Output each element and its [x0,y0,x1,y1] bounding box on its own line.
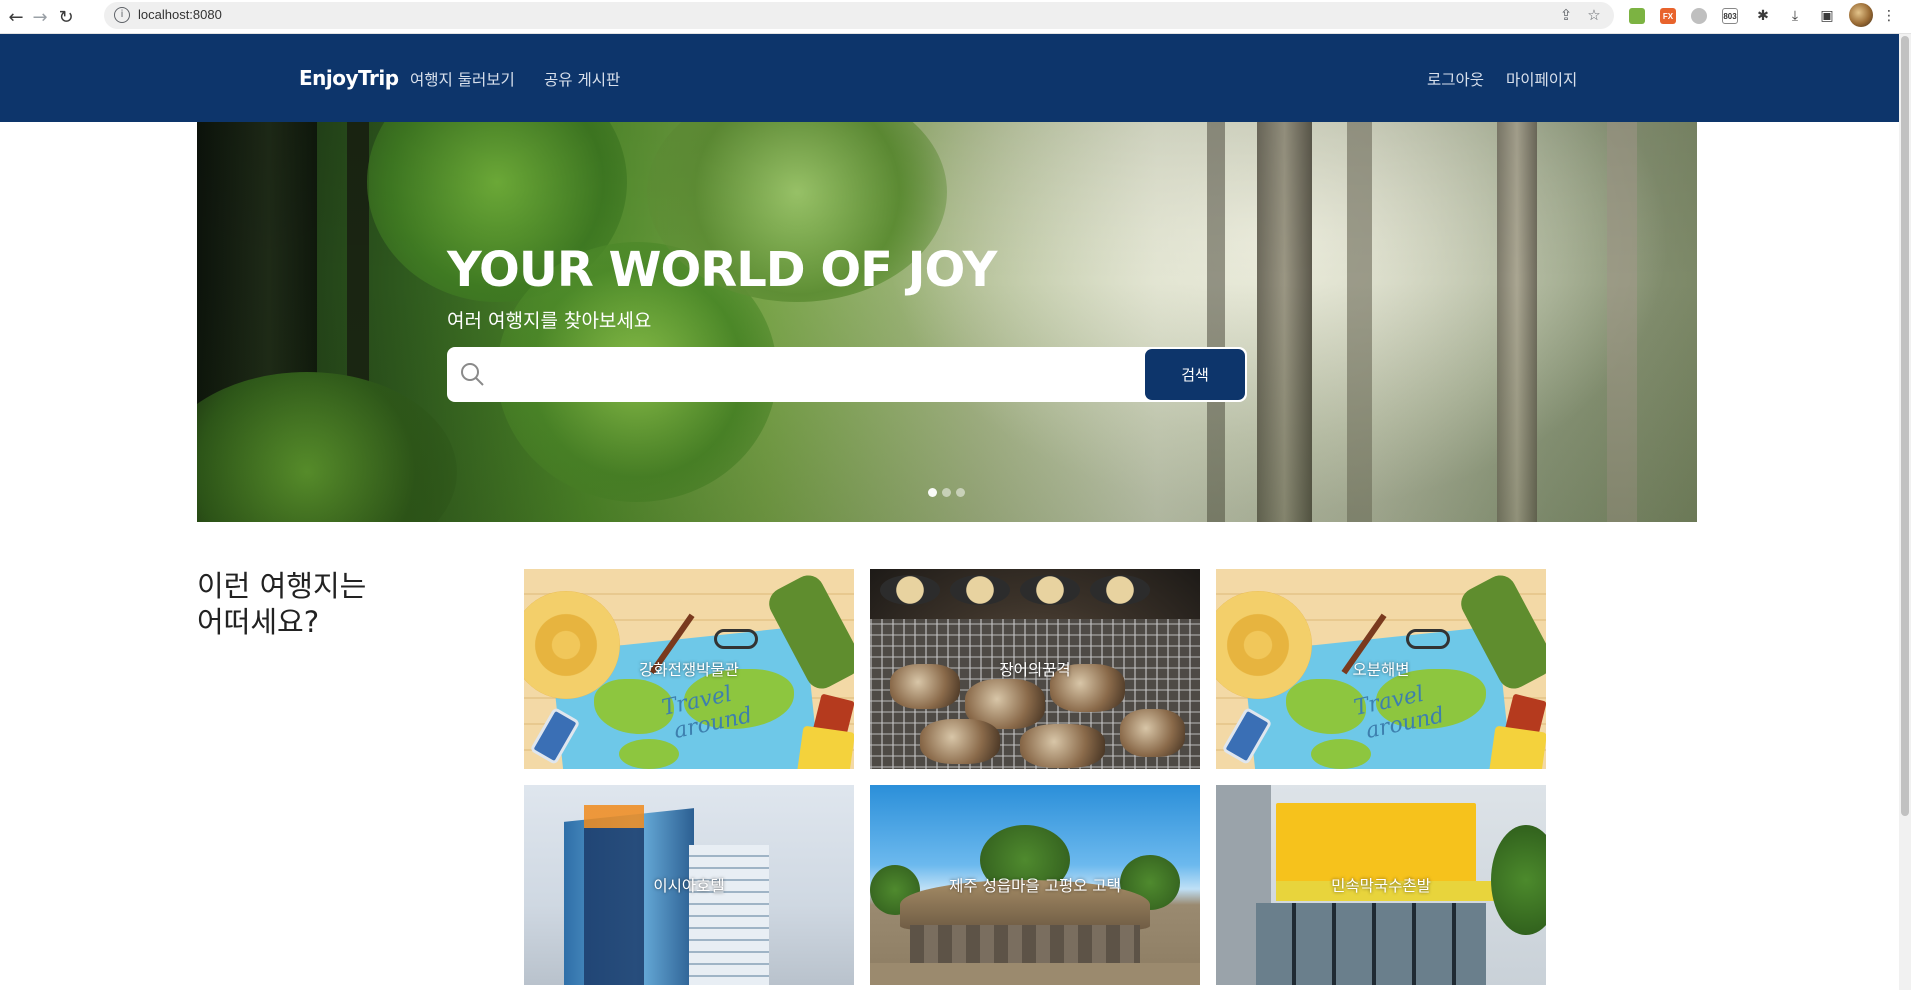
page-scrollbar[interactable] [1899,34,1911,990]
recommend-heading-line1: 이런 여행지는 [197,569,367,603]
forward-icon[interactable]: → [27,4,53,30]
destination-card[interactable]: 장어의꿈격 [870,569,1200,769]
search-input[interactable] [495,355,1095,393]
address-bar[interactable]: i localhost:8080 ⇪ ☆ [104,2,1614,29]
recommend-heading-line2: 어떠세요? [197,605,320,639]
destination-card-title: 강화전쟁박물관 [639,661,739,679]
nav-link-logout[interactable]: 로그아웃 [1427,68,1484,90]
github-ext-icon[interactable] [1688,5,1710,27]
destination-card-title: 오분해변 [1352,661,1410,679]
menu-kebab-icon[interactable]: ⋮ [1878,5,1900,27]
search-button[interactable]: 검색 [1145,349,1245,400]
url-text: localhost:8080 [138,7,222,22]
download-icon[interactable]: ⤓ [1784,5,1806,27]
nav-link-shared-board[interactable]: 공유 게시판 [544,68,620,90]
destination-card[interactable]: Travel around 오분해변 [1216,569,1546,769]
nav-link-mypage[interactable]: 마이페이지 [1506,68,1577,90]
brand-logo[interactable]: EnjoyTrip [299,66,399,90]
destination-card-title: 이시아호텔 [653,877,725,895]
carousel-dot-1[interactable] [928,488,937,497]
profile-avatar[interactable] [1849,3,1873,27]
hero-banner: YOUR WORLD OF JOY 여러 여행지를 찾아보세요 검색 [197,122,1697,522]
destination-card[interactable]: 이시아호텔 [524,785,854,985]
share-icon[interactable]: ⇪ [1556,5,1576,25]
destination-card[interactable]: 제주 성읍마을 고평오 고택 [870,785,1200,985]
back-icon[interactable]: ← [3,4,29,30]
hero-subtitle: 여러 여행지를 찾아보세요 [447,310,652,332]
recommend-heading: 이런 여행지는 어떠세요? [197,568,457,640]
puzzle-extensions-icon[interactable]: ✱ [1752,5,1774,27]
bookmark-star-icon[interactable]: ☆ [1584,5,1604,25]
destination-card[interactable]: Travel around 강화전쟁박물관 [524,569,854,769]
destination-card-title: 제주 성읍마을 고평오 고택 [949,877,1121,895]
destination-card-title: 장어의꿈격 [999,661,1071,679]
search-icon [461,363,484,386]
counter-ext-icon[interactable]: 803 [1719,5,1741,27]
destination-card[interactable]: 민속막국수촌발 [1216,785,1546,985]
hero-title: YOUR WORLD OF JOY [447,242,997,298]
site-info-icon[interactable]: i [114,7,130,23]
scrollbar-thumb[interactable] [1901,36,1909,816]
image-ext-icon[interactable] [1626,5,1648,27]
carousel-dot-3[interactable] [956,488,965,497]
side-panel-icon[interactable]: ▣ [1816,5,1838,27]
search-box: 검색 [447,347,1247,402]
fx-ext-icon[interactable]: FX [1657,5,1679,27]
browser-toolbar: ← → ↻ i localhost:8080 ⇪ ☆ FX 803 ✱ ⤓ ▣ … [0,0,1911,34]
counter-ext-label: 803 [1722,8,1738,24]
destination-card-title: 민속막국수촌발 [1331,877,1431,895]
carousel-dot-2[interactable] [942,488,951,497]
reload-icon[interactable]: ↻ [53,4,79,30]
nav-link-browse-destinations[interactable]: 여행지 둘러보기 [410,68,515,90]
site-header: EnjoyTrip 여행지 둘러보기 공유 게시판 로그아웃 마이페이지 [0,34,1899,122]
carousel-indicators [928,488,965,497]
